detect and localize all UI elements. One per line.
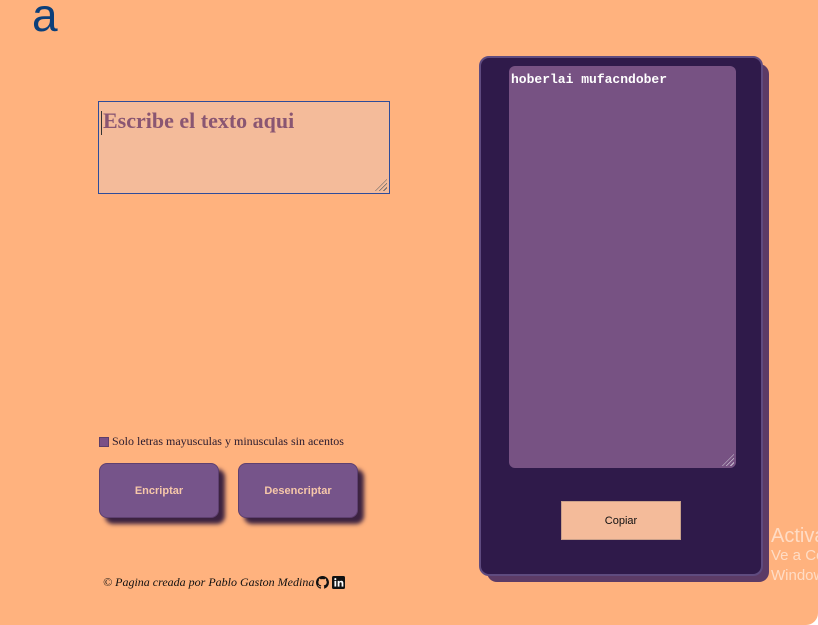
linkedin-icon[interactable] <box>332 576 346 589</box>
resize-grip-icon[interactable] <box>722 454 734 466</box>
github-icon[interactable] <box>316 576 330 589</box>
watermark-line-2: Ve a Co <box>771 547 818 564</box>
encrypt-button[interactable]: Encriptar <box>99 463 219 518</box>
watermark-line-3: Window <box>771 567 818 584</box>
hint: Solo letras mayusculas y minusculas sin … <box>99 434 344 449</box>
footer: © Pagina creada por Pablo Gaston Medina <box>103 575 346 590</box>
text-input-placeholder: Escribe el texto aqui <box>101 108 295 135</box>
placeholder-text: Escribe el texto aqui <box>103 108 295 133</box>
watermark-line-1: Activa <box>771 525 818 547</box>
hint-text: Solo letras mayusculas y minusculas sin … <box>112 434 344 448</box>
info-icon <box>99 436 109 447</box>
activation-watermark: Activa Ve a Co Window <box>771 526 818 586</box>
text-input[interactable]: Escribe el texto aqui <box>98 101 390 194</box>
logo: a <box>32 0 58 41</box>
output-text: hoberlai mufacndober <box>511 72 668 87</box>
decrypt-button[interactable]: Desencriptar <box>238 463 358 518</box>
copy-button[interactable]: Copiar <box>561 501 681 540</box>
resize-grip-icon[interactable] <box>375 179 387 191</box>
text-caret <box>101 111 102 135</box>
footer-text: © Pagina creada por Pablo Gaston Medina <box>103 575 315 589</box>
page: a Escribe el texto aqui Solo letras mayu… <box>0 0 818 625</box>
output-textarea[interactable]: hoberlai mufacndober <box>509 66 736 468</box>
